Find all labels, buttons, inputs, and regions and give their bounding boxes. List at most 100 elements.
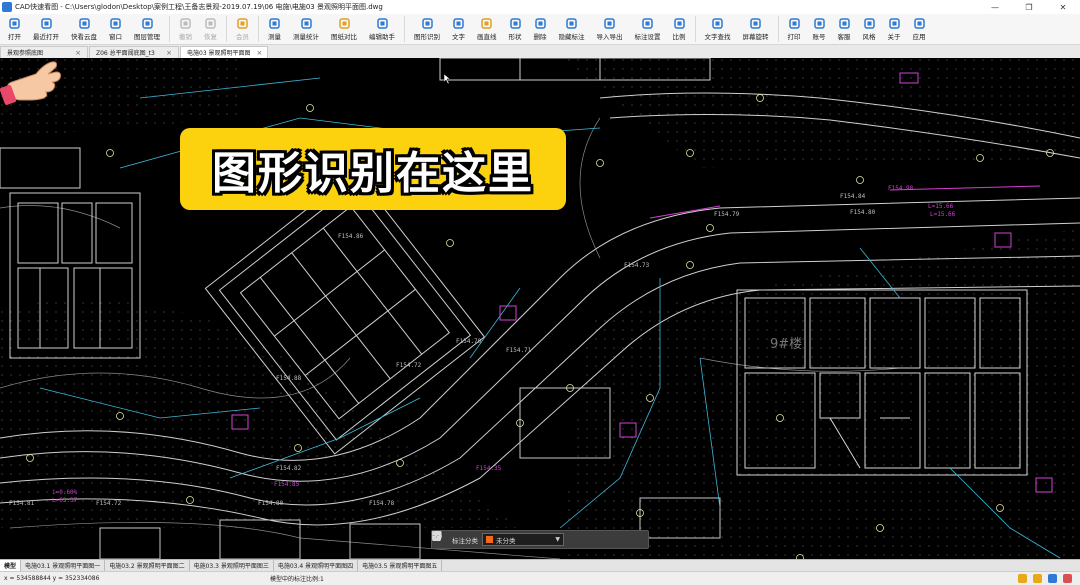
toolbar-separator bbox=[694, 16, 696, 42]
toolbar-button-cloud[interactable]: 快看云盘 bbox=[65, 14, 103, 45]
close-tab-icon[interactable]: × bbox=[257, 49, 263, 57]
elevation-label: F154.88 bbox=[276, 375, 302, 382]
cursor-coordinates: x = 534588844 y = 352334086 bbox=[4, 575, 100, 582]
toolbar-button-style[interactable]: 风格 bbox=[857, 14, 882, 45]
toolbar-button-vip[interactable]: 会员 bbox=[230, 14, 255, 45]
toolbar-button-compare[interactable]: 图纸对比 bbox=[325, 14, 363, 45]
toolbar-button-layers[interactable]: 图层管理 bbox=[128, 14, 166, 45]
toolbar-button-label: 图形识别 bbox=[414, 33, 440, 41]
elevation-label: F154.82 bbox=[276, 465, 302, 472]
toolbar-button-shape[interactable]: 形状 bbox=[503, 14, 528, 45]
toolbar-button-eraser[interactable]: 删除 bbox=[528, 14, 553, 45]
eraser-icon bbox=[534, 17, 546, 29]
layout-tab[interactable]: 模型 bbox=[0, 560, 22, 571]
toolbar-button-label: 关于 bbox=[887, 33, 901, 41]
document-tab-label: Z06 总平面阈底图_t3 bbox=[96, 50, 155, 57]
shape-icon bbox=[509, 17, 521, 29]
pointing-hand-icon bbox=[0, 61, 61, 105]
window-icon bbox=[110, 17, 122, 29]
toolbar-button-window[interactable]: 窗口 bbox=[103, 14, 128, 45]
toolbar-separator bbox=[404, 16, 405, 42]
skin-status-icon[interactable] bbox=[1063, 574, 1072, 583]
style-icon bbox=[863, 17, 875, 29]
category-select[interactable]: 未分类 ▼ bbox=[482, 533, 564, 546]
document-tab-label: 电施03 景观照明平面图 bbox=[187, 50, 251, 57]
layout-tab[interactable]: 电施03.1 景观照明平面图一 bbox=[21, 560, 106, 571]
toolbar-button-label: 账号 bbox=[812, 33, 826, 41]
category-label: 标注分类 bbox=[452, 536, 478, 545]
toolbar-button-label: 打开 bbox=[8, 33, 21, 41]
drawing-canvas[interactable]: F154.79 F154.80 F154.84 F154.86 F154.73 … bbox=[0, 58, 1080, 559]
toolbar-button-label: 撤销 bbox=[179, 33, 192, 41]
toolbar-button-text[interactable]: 文字 bbox=[446, 14, 471, 45]
toolbar-button-info[interactable]: 关于 bbox=[882, 14, 907, 45]
category-color-swatch bbox=[486, 536, 493, 543]
elevation-label: F154.72 bbox=[96, 500, 122, 507]
undo-icon bbox=[180, 17, 192, 29]
toolbar-button-rotate[interactable]: 屏幕旋转 bbox=[737, 14, 775, 45]
layout-tab[interactable]: 电施03.4 景观照明平面图四 bbox=[274, 560, 359, 571]
rotate-icon bbox=[750, 17, 762, 29]
toolbar-button-print[interactable]: 打印 bbox=[782, 14, 807, 45]
layout-tab[interactable]: 电施03.3 景观照明平面图三 bbox=[190, 560, 274, 571]
toolbar-button-import-export[interactable]: 导入导出 bbox=[591, 14, 629, 45]
toolbar-button-folder[interactable]: 打开 bbox=[2, 14, 27, 45]
edit-icon[interactable] bbox=[432, 531, 580, 546]
toolbar-button-measure-stats[interactable]: 测量统计 bbox=[287, 14, 325, 45]
toolbar-button-annotation-settings[interactable]: 标注设置 bbox=[629, 14, 667, 45]
layout-tab[interactable]: 电施03.5 景观照明平面图五 bbox=[358, 560, 443, 571]
annotation-callout: 图形识别在这里 bbox=[180, 128, 566, 210]
toolbar-button-hide-annotation[interactable]: 隐藏标注 bbox=[553, 14, 591, 45]
toolbar-button-headset[interactable]: 客服 bbox=[832, 14, 857, 45]
slope-label: i=0.60% bbox=[52, 489, 78, 496]
import-export-icon bbox=[604, 17, 616, 29]
document-tab[interactable]: 景观参照底图 × bbox=[0, 46, 88, 58]
compare-icon bbox=[338, 17, 350, 29]
move-icon[interactable] bbox=[432, 531, 596, 546]
close-tab-icon[interactable]: × bbox=[166, 49, 172, 57]
toolbar-button-label: 屏幕旋转 bbox=[742, 33, 769, 41]
toolbar-button-label: 隐藏标注 bbox=[558, 33, 585, 41]
toolbar-button-label: 测量 bbox=[268, 33, 281, 41]
elevation-label: F154.71 bbox=[506, 347, 532, 354]
layout-tab[interactable]: 电施03.2 景观照明平面图二 bbox=[105, 560, 190, 571]
measure-stats-icon bbox=[300, 17, 312, 29]
toolbar-button-label: 画直线 bbox=[477, 33, 497, 41]
paste-icon[interactable] bbox=[432, 531, 628, 546]
toolbar-button-measure[interactable]: 测量 bbox=[262, 14, 287, 45]
toolbar-button-undo[interactable]: 撤销 bbox=[173, 14, 198, 45]
slope-label: L=15.66 bbox=[930, 211, 956, 218]
toolbar-button-label: 标注设置 bbox=[634, 33, 661, 41]
share-status-icon[interactable] bbox=[1033, 574, 1042, 583]
grid-status-icon[interactable] bbox=[1048, 574, 1057, 583]
annotation-settings-icon bbox=[642, 17, 654, 29]
elevation-label: F154.80 bbox=[258, 500, 284, 507]
document-tab[interactable]: 电施03 景观照明平面图 × bbox=[180, 46, 268, 58]
building-label: 9#楼 bbox=[770, 337, 802, 352]
document-tab[interactable]: Z06 总平面阈底图_t3 × bbox=[89, 46, 179, 58]
folder-status-icon[interactable] bbox=[1018, 574, 1027, 583]
text-search-icon bbox=[712, 17, 724, 29]
toolbar-button-clock[interactable]: 最近打开 bbox=[27, 14, 65, 45]
toolbar-button-label: 恢复 bbox=[204, 33, 217, 41]
toolbar-button-label: 形状 bbox=[508, 33, 522, 41]
annotation-category-bar: 标注分类 未分类 ▼ bbox=[431, 530, 649, 549]
toolbar-button-edit-assistant[interactable]: 编辑助手 bbox=[363, 14, 401, 45]
toolbar-button-scale[interactable]: 比例 bbox=[667, 14, 692, 45]
copy-icon[interactable] bbox=[432, 531, 612, 546]
category-selected-value: 未分类 bbox=[496, 536, 516, 545]
toolbar-button-shape-recognize[interactable]: 图形识别 bbox=[408, 14, 446, 45]
elevation-label: F154.79 bbox=[714, 211, 740, 218]
toolbar-button-text-search[interactable]: 文字查找 bbox=[699, 14, 737, 45]
close-button[interactable]: ✕ bbox=[1046, 3, 1080, 12]
toolbar-button-line[interactable]: 画直线 bbox=[471, 14, 503, 45]
toolbar-button-apps[interactable]: 应用 bbox=[907, 14, 932, 45]
maximize-button[interactable]: ❐ bbox=[1012, 3, 1046, 12]
toolbar-button-label: 打印 bbox=[787, 33, 801, 41]
minimize-button[interactable]: — bbox=[978, 3, 1012, 12]
elevation-label: F154.73 bbox=[624, 262, 650, 269]
close-tab-icon[interactable]: × bbox=[75, 49, 81, 57]
cad-viewer-window: CAD快速看图 - C:\Users\glodon\Desktop\案例工程\王… bbox=[0, 0, 1080, 585]
toolbar-button-redo[interactable]: 恢复 bbox=[198, 14, 223, 45]
toolbar-button-account[interactable]: 账号 bbox=[807, 14, 832, 45]
